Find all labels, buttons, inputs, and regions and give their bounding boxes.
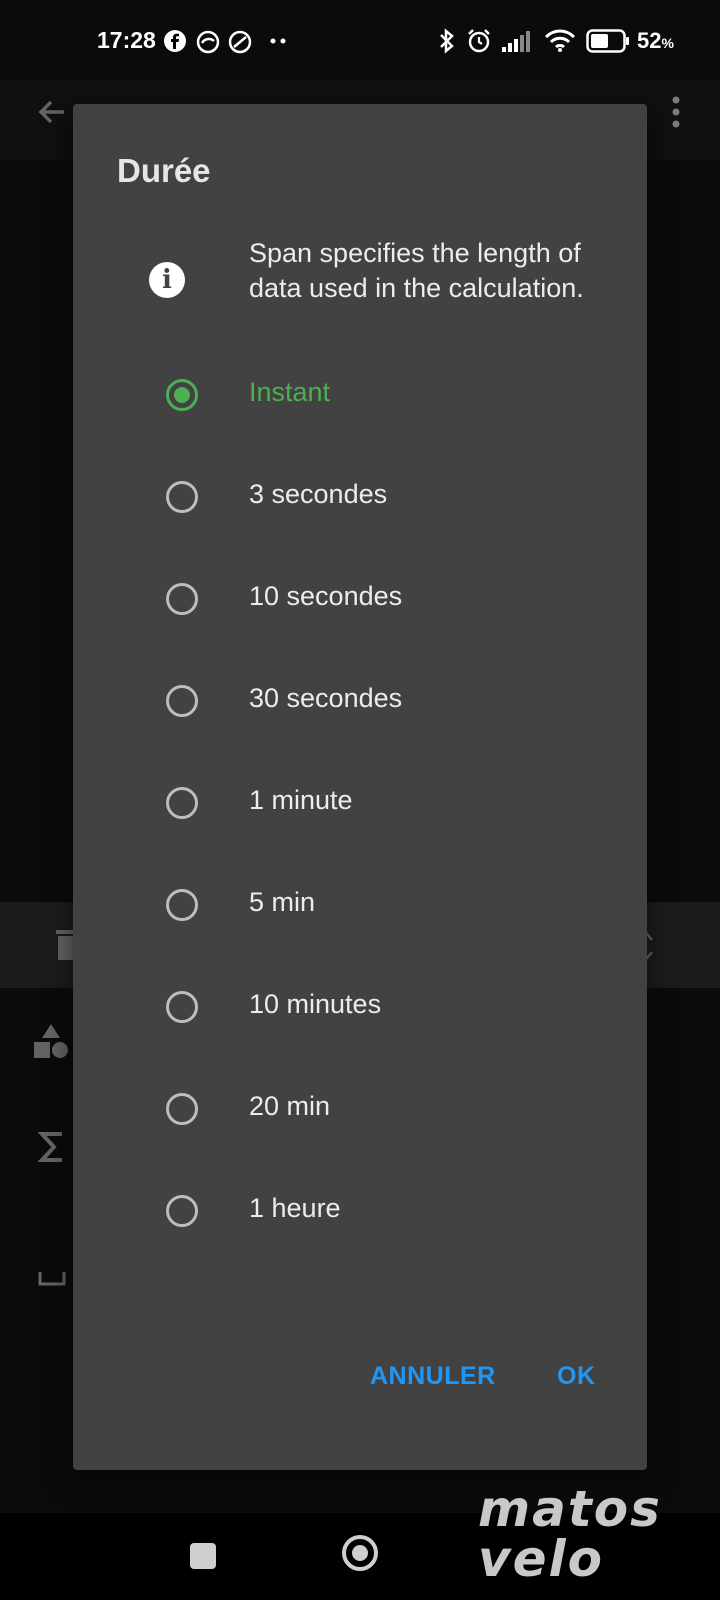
vpn-icon <box>228 30 252 54</box>
screen: 17:28 52% Durée i Span specifies the len… <box>0 0 720 1600</box>
radio-option-label: 10 minutes <box>249 989 382 1019</box>
radio-option-label: 30 secondes <box>249 683 403 713</box>
wifi-icon <box>544 29 576 52</box>
radio-option-label: 20 min <box>249 1091 331 1121</box>
info-text: Span specifies the length of data used i… <box>249 238 584 303</box>
more-notifications-icon <box>270 38 286 44</box>
span-options-list[interactable]: Instant 3 secondes 10 secondes 30 secondes 1… <box>73 344 647 1412</box>
radio-unselected-icon[interactable] <box>166 481 198 513</box>
ok-button[interactable]: OK <box>557 1362 596 1391</box>
bluetooth-icon <box>440 28 454 54</box>
radio-option[interactable]: 30 secondes <box>73 650 647 752</box>
radio-option[interactable]: 10 minutes <box>73 956 647 1058</box>
info-icon: i <box>149 262 185 298</box>
dialog-title: Durée <box>117 152 211 189</box>
radio-option[interactable]: 1 minute <box>73 752 647 854</box>
radio-selected-icon[interactable] <box>166 379 198 411</box>
facebook-icon <box>164 30 186 52</box>
battery-percentage: 52% <box>637 28 674 53</box>
radio-unselected-icon[interactable] <box>166 1195 198 1227</box>
alarm-icon <box>468 29 490 53</box>
radio-option[interactable]: 10 secondes <box>73 548 647 650</box>
radio-option-label: Instant <box>249 377 331 407</box>
radio-option-label: 1 heure <box>249 1193 341 1223</box>
radio-unselected-icon[interactable] <box>166 787 198 819</box>
radio-unselected-icon[interactable] <box>166 583 198 615</box>
radio-option-label: 10 secondes <box>249 581 403 611</box>
radio-unselected-icon[interactable] <box>166 889 198 921</box>
status-time: 17:28 <box>97 27 156 53</box>
radio-option-label: 1 minute <box>249 785 353 815</box>
signal-icon <box>502 31 530 52</box>
app-icon <box>196 30 220 54</box>
radio-option[interactable]: 1 heure <box>73 1160 647 1262</box>
radio-option-label: 5 min <box>249 887 316 917</box>
radio-option[interactable]: 3 secondes <box>73 446 647 548</box>
radio-unselected-icon[interactable] <box>166 685 198 717</box>
status-bar: 17:28 52% <box>0 0 720 80</box>
recents-button[interactable] <box>190 1543 216 1569</box>
radio-unselected-icon[interactable] <box>166 1093 198 1125</box>
span-dialog: Durée i Span specifies the length of dat… <box>73 104 647 1470</box>
battery-icon <box>586 29 629 53</box>
watermark-logo: matos velo <box>478 1480 662 1588</box>
radio-option[interactable]: Instant <box>73 344 647 446</box>
radio-option[interactable]: 5 min <box>73 854 647 956</box>
radio-option-label: 3 secondes <box>249 479 388 509</box>
radio-option[interactable]: 20 min <box>73 1058 647 1160</box>
info-row: i Span specifies the length of data used… <box>73 232 647 342</box>
home-button[interactable] <box>342 1535 378 1571</box>
cancel-button[interactable]: ANNULER <box>370 1362 496 1391</box>
radio-unselected-icon[interactable] <box>166 991 198 1023</box>
dialog-actions: ANNULER OK <box>73 1344 647 1424</box>
